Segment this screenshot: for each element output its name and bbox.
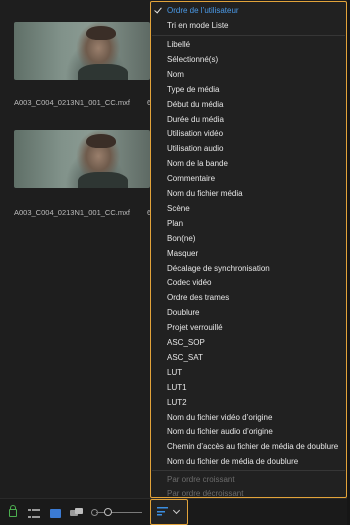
- sort-icon: [157, 507, 168, 516]
- icon-view-icon[interactable]: [50, 509, 61, 518]
- menu-item-column[interactable]: Nom: [167, 70, 184, 80]
- menu-item-column[interactable]: Ordre des trames: [167, 293, 229, 303]
- clip-name-1: A003_C004_0213N1_001_CC.mxf: [14, 98, 130, 107]
- menu-item-column[interactable]: Utilisation vidéo: [167, 129, 223, 139]
- menu-item-column[interactable]: Chemin d’accès au fichier de média de do…: [167, 442, 338, 452]
- menu-item-column[interactable]: Nom du fichier vidéo d’origine: [167, 413, 272, 423]
- menu-item-column[interactable]: Nom de la bande: [167, 159, 228, 169]
- menu-item-column[interactable]: Durée du média: [167, 115, 224, 125]
- menu-item-column[interactable]: Scène: [167, 204, 190, 214]
- clip-name-2: A003_C004_0213N1_001_CC.mxf: [14, 208, 130, 217]
- menu-item-descending: Par ordre décroissant: [167, 489, 244, 498]
- menu-item-ascending: Par ordre croissant: [167, 475, 235, 484]
- menu-item-column[interactable]: Utilisation audio: [167, 144, 223, 154]
- menu-item-column[interactable]: LUT: [167, 368, 182, 378]
- menu-item-column[interactable]: Doublure: [167, 308, 199, 318]
- menu-item-column[interactable]: Décalage de synchronisation: [167, 264, 270, 274]
- menu-item-column[interactable]: Nom du fichier audio d’origine: [167, 427, 273, 437]
- checkmark-icon: [154, 5, 162, 14]
- clip-thumbnail-1[interactable]: [14, 22, 150, 80]
- sort-dropdown-menu: Ordre de l’utilisateur Tri en mode Liste…: [150, 1, 347, 498]
- menu-item-column[interactable]: Plan: [167, 219, 183, 229]
- thumbnail-figure-shirt: [78, 172, 128, 188]
- lock-icon[interactable]: [9, 505, 17, 517]
- sort-icons-button[interactable]: [150, 499, 188, 525]
- thumbnail-figure-hair: [86, 26, 116, 40]
- menu-item-column[interactable]: Commentaire: [167, 174, 215, 184]
- menu-item-column[interactable]: Sélectionné(s): [167, 55, 218, 65]
- menu-item-column[interactable]: Libellé: [167, 40, 190, 50]
- menu-item-user-order[interactable]: Ordre de l’utilisateur: [167, 6, 239, 16]
- chevron-down-icon: [172, 506, 181, 515]
- menu-item-column[interactable]: Début du média: [167, 100, 223, 110]
- menu-item-column[interactable]: Type de média: [167, 85, 219, 95]
- menu-item-column[interactable]: LUT1: [167, 383, 187, 393]
- thumbnail-figure-shirt: [78, 64, 128, 80]
- zoom-slider[interactable]: [96, 512, 142, 513]
- list-view-icon[interactable]: [28, 509, 40, 518]
- menu-item-list-sort[interactable]: Tri en mode Liste: [167, 21, 229, 31]
- menu-item-column[interactable]: ASC_SAT: [167, 353, 203, 363]
- clip-thumbnail-2[interactable]: [14, 130, 150, 188]
- menu-item-column[interactable]: ASC_SOP: [167, 338, 205, 348]
- menu-item-column[interactable]: Projet verrouillé: [167, 323, 223, 333]
- menu-item-column[interactable]: Codec vidéo: [167, 278, 211, 288]
- menu-item-column[interactable]: LUT2: [167, 398, 187, 408]
- menu-item-column[interactable]: Nom du fichier média: [167, 189, 243, 199]
- menu-item-column[interactable]: Masquer: [167, 249, 198, 259]
- menu-item-column[interactable]: Nom du fichier de média de doublure: [167, 457, 298, 467]
- zoom-slider-handle[interactable]: [104, 508, 112, 516]
- thumbnail-figure-hair: [86, 134, 116, 148]
- menu-item-column[interactable]: Bon(ne): [167, 234, 195, 244]
- menu-separator: [152, 35, 345, 36]
- freeform-view-icon[interactable]: [70, 508, 84, 518]
- menu-separator: [152, 470, 345, 471]
